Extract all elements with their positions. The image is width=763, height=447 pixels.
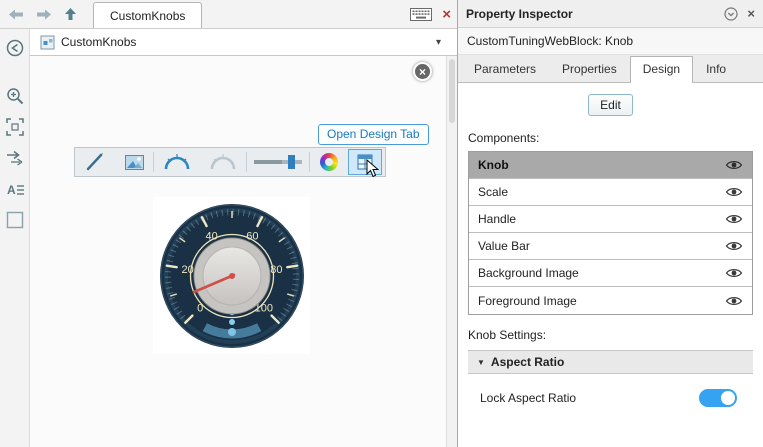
browse-back-icon[interactable] [3,36,27,60]
component-row-foreground-image[interactable]: Foreground Image [469,287,752,314]
top-toolbar: CustomKnobs × [0,0,457,29]
selected-block-label: CustomTuningWebBlock: Knob [458,28,763,55]
property-inspector-header: Property Inspector × [458,0,763,28]
arc-scale-button[interactable] [154,148,200,176]
knob-gallery-toolbar [74,147,386,177]
component-name: Handle [478,212,516,226]
color-picker-button[interactable] [310,148,348,176]
section-title: Aspect Ratio [491,355,564,369]
scrollbar-thumb[interactable] [449,59,455,123]
breadcrumb[interactable]: CustomKnobs ▾ [30,29,457,56]
nav-buttons [0,7,85,21]
model-block-icon [40,35,55,50]
visibility-eye-icon[interactable] [725,240,743,252]
arc-scale-alt-button[interactable] [200,148,246,176]
component-name: Knob [478,158,509,172]
svg-text:60: 60 [246,230,258,242]
model-canvas[interactable]: × Open Design Tab [30,56,446,447]
inspector-tabs: Parameters Properties Design Info [458,55,763,83]
edit-button[interactable]: Edit [588,94,633,116]
needle-icon [85,152,105,172]
visibility-eye-icon[interactable] [725,267,743,279]
close-document-icon[interactable]: × [442,7,451,22]
component-name: Foreground Image [478,294,577,308]
slider-style-button[interactable] [247,148,309,176]
slider-icon [252,153,304,171]
visibility-eye-icon[interactable] [725,186,743,198]
component-row-value-bar[interactable]: Value Bar [469,233,752,260]
component-row-handle[interactable]: Handle [469,206,752,233]
knob-gauge: 0 20 40 60 80 100 [157,201,307,351]
close-toolbar-glyph: × [419,66,426,78]
simulink-editor-window: CustomKnobs × [0,0,763,447]
component-name: Background Image [478,266,579,280]
panel-options-icon[interactable] [724,7,738,21]
property-inspector-title: Property Inspector [466,7,573,21]
open-design-tab-tooltip: Open Design Tab [318,124,429,145]
canvas-vertical-scrollbar[interactable] [446,56,457,447]
mouse-cursor [366,159,379,181]
needle-hub [229,273,235,279]
collapse-triangle-icon: ▼ [477,358,485,367]
needle-style-button[interactable] [75,148,115,176]
component-row-background-image[interactable]: Background Image [469,260,752,287]
components-label: Components: [468,131,753,145]
component-row-knob[interactable]: Knob [469,152,752,179]
design-tab-content: Edit Components: Knob Scale Handle [458,83,763,447]
fit-to-view-icon[interactable] [3,115,27,139]
tab-parameters[interactable]: Parameters [461,56,549,82]
breadcrumb-dropdown-icon[interactable]: ▾ [436,37,441,48]
knob-settings-label: Knob Settings: [468,328,753,342]
component-row-scale[interactable]: Scale [469,179,752,206]
knob-block[interactable]: 0 20 40 60 80 100 [153,197,310,354]
document-tab[interactable]: CustomKnobs [93,2,202,28]
back-icon[interactable] [8,8,24,21]
color-wheel-icon [320,153,338,171]
breadcrumb-current: CustomKnobs [61,35,136,49]
close-toolbar-button[interactable]: × [413,62,432,81]
image-style-button[interactable] [115,148,153,176]
svg-text:40: 40 [205,230,217,242]
lock-aspect-ratio-row: Lock Aspect Ratio [468,374,753,407]
palette-toolbar: A [0,29,30,447]
tab-design[interactable]: Design [630,56,693,83]
components-table: Knob Scale Handle [468,151,753,315]
lock-aspect-ratio-label: Lock Aspect Ratio [480,391,576,405]
keyboard-icon[interactable] [410,8,432,21]
annotation-icon[interactable]: A [3,177,27,201]
tab-info[interactable]: Info [693,56,739,82]
aspect-ratio-section-header[interactable]: ▼ Aspect Ratio [468,350,753,374]
arc-gauge-icon [162,152,192,172]
lock-aspect-ratio-toggle[interactable] [699,389,737,407]
tab-properties[interactable]: Properties [549,56,630,82]
forward-icon[interactable] [36,8,52,21]
up-to-parent-icon[interactable] [64,7,77,21]
annotation-glyph: A [7,183,16,197]
document-tab-label: CustomKnobs [110,9,185,23]
image-icon [125,155,144,170]
area-select-icon[interactable] [3,208,27,232]
zoom-in-icon[interactable] [3,84,27,108]
component-name: Value Bar [478,239,530,253]
property-inspector-panel: Property Inspector × CustomTuningWebBloc… [457,0,763,447]
visibility-eye-icon[interactable] [725,213,743,225]
signal-routing-icon[interactable] [3,146,27,170]
arc-gauge-faded-icon [208,152,238,172]
panel-close-icon[interactable]: × [747,7,755,20]
component-name: Scale [478,185,508,199]
visibility-eye-icon[interactable] [725,295,743,307]
visibility-eye-icon[interactable] [725,159,743,171]
